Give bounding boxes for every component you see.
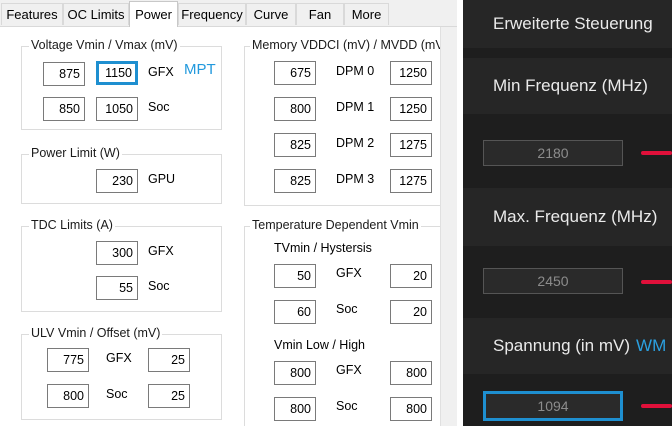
tab-curve[interactable]: Curve <box>246 3 296 25</box>
dpm1-label: DPM 1 <box>336 100 375 114</box>
max-freq-label: Max. Frequenz (MHz) <box>493 207 658 226</box>
voltage-header: Spannung (in mV) WM <box>463 318 672 374</box>
dpm1-mvdd-input[interactable]: 1250 <box>390 97 432 121</box>
gfx-vmin-input[interactable]: 875 <box>43 62 85 86</box>
min-freq-value-box[interactable]: 2180 <box>483 140 623 166</box>
dpm1-vddci-input[interactable]: 800 <box>274 97 316 121</box>
gpu-label: GPU <box>148 172 176 186</box>
tv-soc-label: Soc <box>336 302 358 316</box>
vm-gfx-high-input[interactable]: 800 <box>390 361 432 385</box>
tv-soc-input[interactable]: 60 <box>274 300 316 324</box>
dpm2-mvdd-input[interactable]: 1275 <box>390 133 432 157</box>
tab-power[interactable]: Power <box>129 1 178 27</box>
mpt-tag: MPT <box>184 61 216 78</box>
more-power-tool-window: Features OC Limits Power Frequency Curve… <box>0 0 457 426</box>
ulv-soc-vmin-input[interactable]: 800 <box>47 384 89 408</box>
gpu-power-input[interactable]: 230 <box>96 169 138 193</box>
min-freq-label: Min Frequenz (MHz) <box>493 76 648 95</box>
tv-soc-hyst-input[interactable]: 20 <box>390 300 432 324</box>
dpm0-label: DPM 0 <box>336 64 375 78</box>
tvmin-subtitle: TVmin / Hystersis <box>274 241 372 255</box>
dpm2-label: DPM 2 <box>336 136 375 150</box>
soc-vmin-input[interactable]: 850 <box>43 97 85 121</box>
ulv-gfx-vmin-input[interactable]: 775 <box>47 348 89 372</box>
ulv-gfx-label: GFX <box>106 351 132 365</box>
min-freq-header: Min Frequenz (MHz) <box>463 58 672 114</box>
erweiterte-steuerung-label: Erweiterte Steuerung <box>493 14 653 33</box>
ulv-title: ULV Vmin / Offset (mV) <box>29 326 163 340</box>
tab-features[interactable]: Features <box>1 3 63 25</box>
adrenalin-panel: Erweiterte Steuerung Min Frequenz (MHz) … <box>463 0 672 426</box>
ulv-gfx-offset-input[interactable]: 25 <box>148 348 190 372</box>
dpm2-vddci-input[interactable]: 825 <box>274 133 316 157</box>
ulv-soc-offset-input[interactable]: 25 <box>148 384 190 408</box>
vertical-scrollbar[interactable] <box>440 27 457 426</box>
tab-strip: Features OC Limits Power Frequency Curve… <box>0 0 457 27</box>
erweiterte-steuerung-header[interactable]: Erweiterte Steuerung <box>463 0 672 48</box>
voltage-label: Spannung (in mV) <box>493 336 631 355</box>
ulv-soc-label: Soc <box>106 387 128 401</box>
vm-gfx-low-input[interactable]: 800 <box>274 361 316 385</box>
tv-gfx-input[interactable]: 50 <box>274 264 316 288</box>
max-freq-value-box[interactable]: 2450 <box>483 268 623 294</box>
tab-fan[interactable]: Fan <box>296 3 344 25</box>
tv-gfx-hyst-input[interactable]: 20 <box>390 264 432 288</box>
min-freq-slider[interactable] <box>641 151 672 155</box>
temp-vmin-title: Temperature Dependent Vmin <box>250 218 421 232</box>
tdc-soc-label: Soc <box>148 279 170 293</box>
voltage-value-box[interactable]: 1094 <box>483 391 623 421</box>
temp-vmin-group <box>244 226 440 426</box>
tv-gfx-label: GFX <box>336 266 362 280</box>
tdc-soc-input[interactable]: 55 <box>96 276 138 300</box>
tdc-gfx-input[interactable]: 300 <box>96 241 138 265</box>
voltage-soc-label: Soc <box>148 100 170 114</box>
dpm0-mvdd-input[interactable]: 1250 <box>390 61 432 85</box>
vmin-low-high-subtitle: Vmin Low / High <box>274 338 366 352</box>
tab-more[interactable]: More <box>344 3 389 25</box>
max-freq-slider[interactable] <box>641 280 672 284</box>
tdc-gfx-label: GFX <box>148 244 174 258</box>
tab-frequency[interactable]: Frequency <box>178 3 246 25</box>
vm-gfx-label: GFX <box>336 363 362 377</box>
memory-group-title: Memory VDDCI (mV) / MVDD (mV) <box>250 38 440 52</box>
dpm0-vddci-input[interactable]: 675 <box>274 61 316 85</box>
voltage-gfx-label: GFX <box>148 65 174 79</box>
soc-vmax-input[interactable]: 1050 <box>96 97 138 121</box>
dpm3-vddci-input[interactable]: 825 <box>274 169 316 193</box>
tdc-limits-title: TDC Limits (A) <box>29 218 115 232</box>
vm-soc-high-input[interactable]: 800 <box>390 397 432 421</box>
voltage-group-title: Voltage Vmin / Vmax (mV) <box>29 38 180 52</box>
vm-soc-label: Soc <box>336 399 358 413</box>
power-limit-title: Power Limit (W) <box>29 146 122 160</box>
dpm3-label: DPM 3 <box>336 172 375 186</box>
max-freq-header: Max. Frequenz (MHz) <box>463 188 672 246</box>
gfx-vmax-input[interactable]: 1150 <box>96 61 138 85</box>
wm-tag: WM <box>636 336 667 355</box>
vm-soc-low-input[interactable]: 800 <box>274 397 316 421</box>
dpm3-mvdd-input[interactable]: 1275 <box>390 169 432 193</box>
voltage-slider[interactable] <box>641 404 672 408</box>
tab-oc-limits[interactable]: OC Limits <box>63 3 129 25</box>
